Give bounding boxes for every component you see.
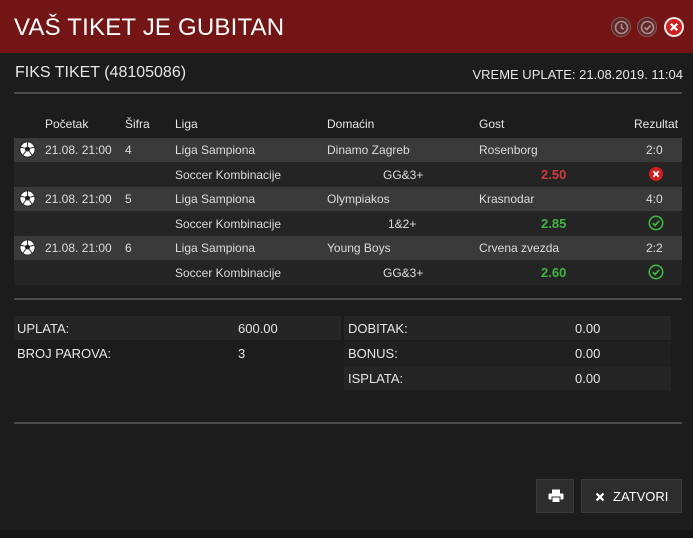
match-home: Dinamo Zagreb <box>327 143 410 157</box>
match-home: Young Boys <box>327 241 391 255</box>
bet-type: Soccer Kombinacije <box>175 217 282 231</box>
won-icon <box>648 264 664 280</box>
uplata-label: UPLATA: <box>17 321 70 336</box>
x-icon <box>595 492 605 502</box>
bet-type: Soccer Kombinacije <box>175 168 282 182</box>
match-start: 21.08. 21:00 <box>45 241 112 255</box>
divider <box>14 422 682 424</box>
match-away: Rosenborg <box>479 143 538 157</box>
close-icon[interactable] <box>664 17 684 37</box>
match-away: Crvena zvezda <box>479 241 560 255</box>
match-result: 2:2 <box>646 241 663 255</box>
print-icon <box>548 489 564 503</box>
match-result: 4:0 <box>646 192 663 206</box>
bet-pick: GG&3+ <box>383 266 424 280</box>
col-header-home: Domaćin <box>327 117 375 131</box>
match-result: 2:0 <box>646 143 663 157</box>
match-league: Liga Sampiona <box>175 241 256 255</box>
dialog-titlebar: VAŠ TIKET JE GUBITAN <box>0 0 693 53</box>
match-home: Olympiakos <box>327 192 390 206</box>
dobitak-label: DOBITAK: <box>348 321 408 336</box>
match-code: 5 <box>125 192 132 206</box>
col-header-result: Rezultat <box>634 117 679 131</box>
col-header-start: Početak <box>45 117 89 131</box>
uplata-value: 600.00 <box>238 321 278 336</box>
won-icon <box>648 215 664 231</box>
close-button[interactable]: ZATVORI <box>581 479 682 513</box>
match-code: 6 <box>125 241 132 255</box>
col-header-league: Liga <box>175 117 198 131</box>
isplata-label: ISPLATA: <box>348 371 404 386</box>
clock-icon[interactable] <box>611 17 631 37</box>
bonus-label: BONUS: <box>348 346 398 361</box>
lost-icon <box>649 167 663 181</box>
match-code: 4 <box>125 143 132 157</box>
match-start: 21.08. 21:00 <box>45 192 112 206</box>
broj-parova-label: BROJ PAROVA: <box>17 346 112 361</box>
payment-time: VREME UPLATE: 21.08.2019. 11:04 <box>472 67 683 82</box>
soccer-ball-icon <box>19 141 36 158</box>
bet-odds: 2.50 <box>541 167 567 182</box>
check-icon[interactable] <box>637 17 657 37</box>
broj-parova-value: 3 <box>238 346 246 361</box>
bet-odds: 2.60 <box>541 265 567 280</box>
col-header-code: Šifra <box>125 117 150 131</box>
match-start: 21.08. 21:00 <box>45 143 112 157</box>
match-away: Krasnodar <box>479 192 535 206</box>
bet-row <box>14 260 682 285</box>
match-league: Liga Sampiona <box>175 192 256 206</box>
dobitak-value: 0.00 <box>575 321 601 336</box>
background-strip <box>0 530 693 538</box>
bet-row <box>14 162 682 187</box>
bet-row <box>14 211 682 236</box>
bet-pick: GG&3+ <box>383 168 424 182</box>
divider <box>14 92 682 94</box>
bet-odds: 2.85 <box>541 216 567 231</box>
isplata-value: 0.00 <box>575 371 601 386</box>
print-button[interactable] <box>536 479 574 513</box>
col-header-away: Gost <box>479 117 505 131</box>
soccer-ball-icon <box>19 190 36 207</box>
bet-pick: 1&2+ <box>388 217 417 231</box>
close-button-label: ZATVORI <box>613 489 669 504</box>
divider <box>14 298 682 300</box>
dialog-title: VAŠ TIKET JE GUBITAN <box>14 14 285 41</box>
ticket-label: FIKS TIKET (48105086) <box>15 64 187 81</box>
soccer-ball-icon <box>19 239 36 256</box>
bonus-value: 0.00 <box>575 346 601 361</box>
bet-type: Soccer Kombinacije <box>175 266 282 280</box>
match-league: Liga Sampiona <box>175 143 256 157</box>
